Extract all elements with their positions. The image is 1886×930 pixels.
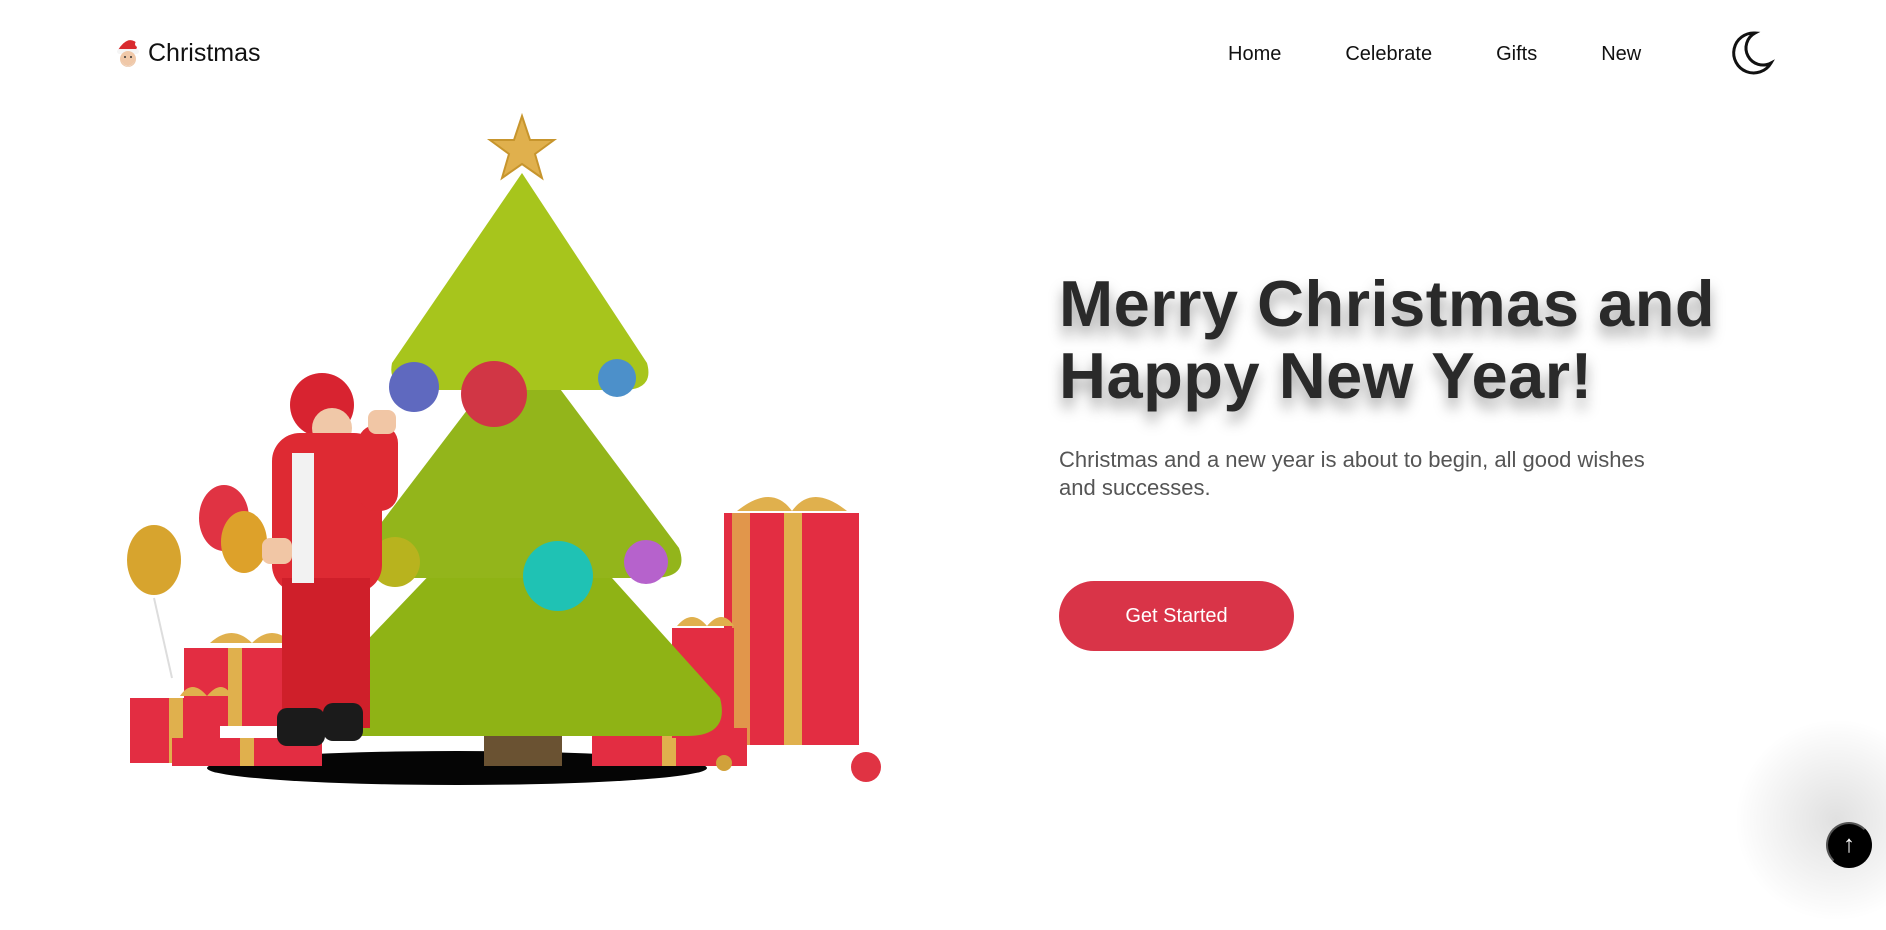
hero-title-line-1: Merry Christmas and	[1059, 267, 1716, 340]
arrow-up-icon: ↑	[1843, 831, 1855, 858]
logo-link[interactable]: Christmas	[114, 34, 261, 72]
site-header: Christmas Home Celebrate Gifts New	[0, 0, 1886, 108]
nav-new[interactable]: New	[1601, 40, 1641, 68]
hero-title-line-2: Happy New Year!	[1059, 339, 1593, 412]
nav-gifts[interactable]: Gifts	[1496, 40, 1537, 68]
nav-home[interactable]: Home	[1228, 40, 1281, 68]
santa-tree-gifts-illustration	[127, 112, 881, 785]
hero-content: Merry Christmas and Happy New Year! Chri…	[1059, 268, 1759, 651]
santa-head-icon	[117, 40, 141, 67]
scroll-to-top-button[interactable]: ↑	[1826, 822, 1872, 868]
logo-text: Christmas	[148, 39, 261, 67]
hero-description: Christmas and a new year is about to beg…	[1059, 447, 1645, 500]
nav-celebrate[interactable]: Celebrate	[1345, 40, 1432, 68]
get-started-button[interactable]: Get Started	[1059, 581, 1294, 651]
hero-title: Merry Christmas and Happy New Year!	[1059, 268, 1759, 412]
main-nav: Home Celebrate Gifts New	[1228, 40, 1641, 68]
corner-glow	[1726, 710, 1886, 930]
moon-icon[interactable]	[1727, 29, 1775, 77]
